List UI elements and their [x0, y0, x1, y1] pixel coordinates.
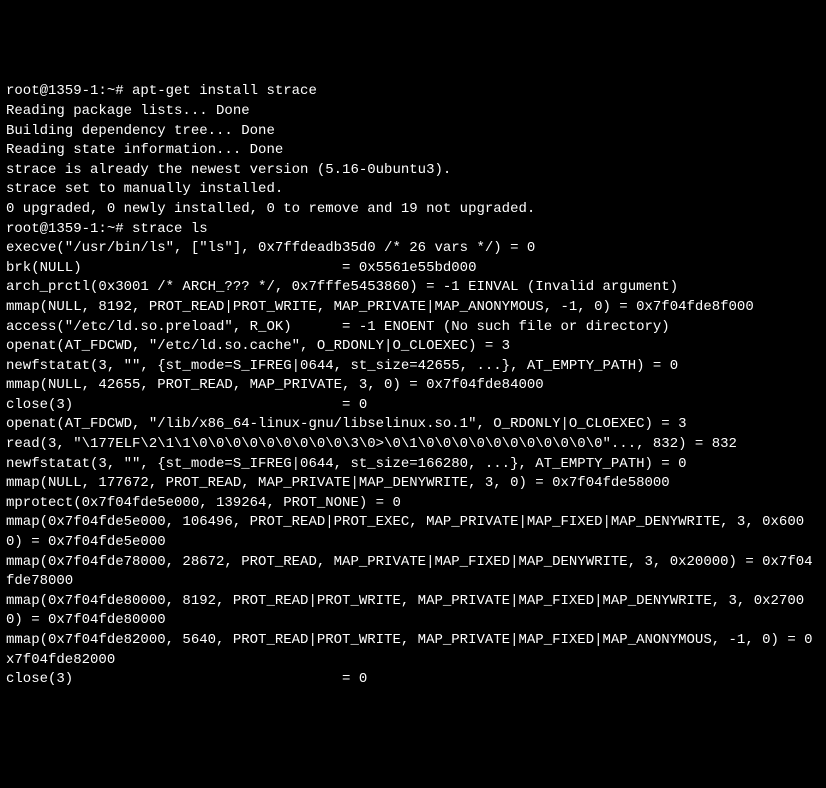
terminal-line: newfstatat(3, "", {st_mode=S_IFREG|0644,…	[6, 357, 820, 377]
terminal-line: close(3) = 0	[6, 670, 820, 690]
terminal-line: openat(AT_FDCWD, "/etc/ld.so.cache", O_R…	[6, 337, 820, 357]
terminal-line: newfstatat(3, "", {st_mode=S_IFREG|0644,…	[6, 455, 820, 475]
terminal-line: mmap(0x7f04fde82000, 5640, PROT_READ|PRO…	[6, 631, 820, 670]
terminal-line: arch_prctl(0x3001 /* ARCH_??? */, 0x7fff…	[6, 278, 820, 298]
terminal-line: strace is already the newest version (5.…	[6, 161, 820, 181]
terminal-line: mmap(0x7f04fde5e000, 106496, PROT_READ|P…	[6, 513, 820, 552]
terminal-line: mmap(NULL, 8192, PROT_READ|PROT_WRITE, M…	[6, 298, 820, 318]
terminal-line: read(3, "\177ELF\2\1\1\0\0\0\0\0\0\0\0\0…	[6, 435, 820, 455]
terminal-line: mmap(NULL, 42655, PROT_READ, MAP_PRIVATE…	[6, 376, 820, 396]
terminal-line: mmap(0x7f04fde78000, 28672, PROT_READ, M…	[6, 553, 820, 592]
terminal-line: mmap(0x7f04fde80000, 8192, PROT_READ|PRO…	[6, 592, 820, 631]
terminal-line: Building dependency tree... Done	[6, 122, 820, 142]
terminal-output[interactable]: root@1359-1:~# apt-get install straceRea…	[6, 82, 820, 689]
terminal-line: close(3) = 0	[6, 396, 820, 416]
terminal-line: brk(NULL) = 0x5561e55bd000	[6, 259, 820, 279]
terminal-line: access("/etc/ld.so.preload", R_OK) = -1 …	[6, 318, 820, 338]
terminal-line: execve("/usr/bin/ls", ["ls"], 0x7ffdeadb…	[6, 239, 820, 259]
terminal-line: root@1359-1:~# strace ls	[6, 220, 820, 240]
terminal-line: Reading state information... Done	[6, 141, 820, 161]
terminal-line: strace set to manually installed.	[6, 180, 820, 200]
terminal-line: Reading package lists... Done	[6, 102, 820, 122]
terminal-line: mmap(NULL, 177672, PROT_READ, MAP_PRIVAT…	[6, 474, 820, 494]
terminal-line: openat(AT_FDCWD, "/lib/x86_64-linux-gnu/…	[6, 415, 820, 435]
terminal-line: mprotect(0x7f04fde5e000, 139264, PROT_NO…	[6, 494, 820, 514]
terminal-line: 0 upgraded, 0 newly installed, 0 to remo…	[6, 200, 820, 220]
terminal-line: root@1359-1:~# apt-get install strace	[6, 82, 820, 102]
